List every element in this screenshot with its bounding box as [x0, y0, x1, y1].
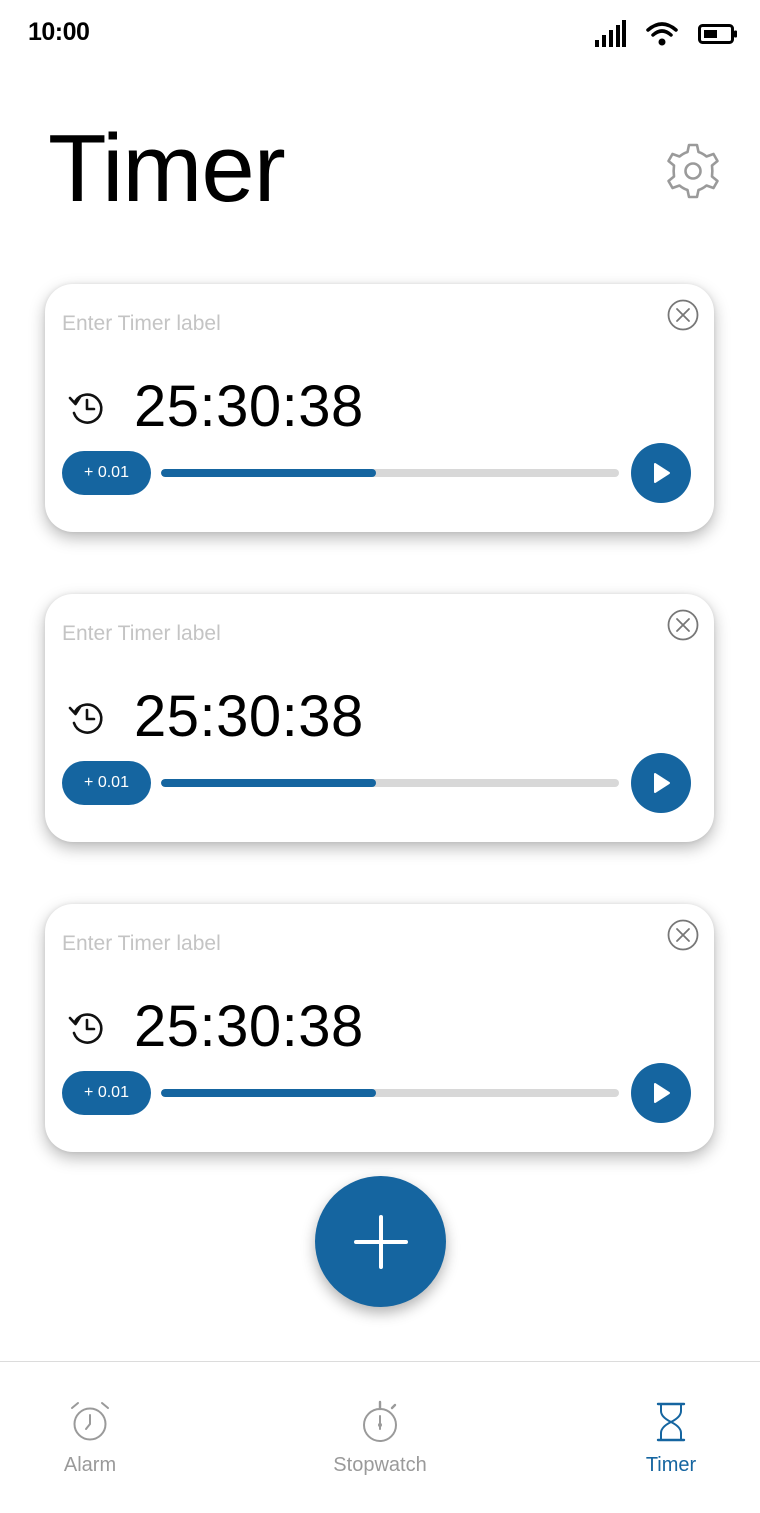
status-time: 10:00: [28, 18, 90, 46]
status-icons: [594, 20, 738, 48]
nav-item-alarm[interactable]: Alarm: [10, 1362, 170, 1502]
progress-fill: [161, 1089, 377, 1097]
add-timer-button[interactable]: [315, 1176, 446, 1307]
timer-label-input[interactable]: Enter Timer label: [62, 622, 221, 646]
alarm-clock-icon: [71, 1402, 109, 1441]
nav-label-alarm: Alarm: [63, 1454, 117, 1476]
add-time-button[interactable]: + 0.01: [62, 1071, 151, 1115]
timer-label-input[interactable]: Enter Timer label: [62, 932, 221, 956]
progress-bar: [161, 779, 619, 787]
timer-card: Enter Timer label 25:30:38 + 0.01: [45, 594, 714, 842]
battery-icon: [698, 24, 737, 44]
nav-label-timer: Timer: [645, 1454, 697, 1476]
page-title: Timer: [48, 115, 286, 222]
timer-card: Enter Timer label 25:30:38 + 0.01: [45, 284, 714, 532]
add-time-button[interactable]: + 0.01: [62, 761, 151, 805]
history-icon[interactable]: [67, 1008, 107, 1048]
timer-label-input[interactable]: Enter Timer label: [62, 312, 221, 336]
gear-icon: [667, 143, 719, 199]
play-icon: [654, 1083, 670, 1103]
nav-item-stopwatch[interactable]: Stopwatch: [300, 1362, 460, 1502]
signal-icon: [595, 20, 626, 47]
hourglass-icon: [656, 1402, 686, 1442]
play-button[interactable]: [631, 753, 691, 813]
progress-bar: [161, 469, 619, 477]
play-button[interactable]: [631, 1063, 691, 1123]
close-icon[interactable]: [667, 919, 699, 951]
nav-label-stopwatch: Stopwatch: [333, 1454, 427, 1476]
nav-item-timer[interactable]: Timer: [591, 1362, 751, 1502]
plus-icon: [353, 1214, 408, 1269]
play-icon: [654, 463, 670, 483]
timer-card: Enter Timer label 25:30:38 + 0.01: [45, 904, 714, 1152]
settings-button[interactable]: [664, 142, 722, 200]
timer-time: 25:30:38: [134, 994, 364, 1059]
history-icon[interactable]: [67, 698, 107, 738]
wifi-icon: [646, 22, 678, 46]
timer-time: 25:30:38: [134, 374, 364, 439]
add-time-button[interactable]: + 0.01: [62, 451, 151, 495]
progress-bar: [161, 1089, 619, 1097]
close-icon[interactable]: [667, 299, 699, 331]
timer-time: 25:30:38: [134, 684, 364, 749]
play-button[interactable]: [631, 443, 691, 503]
bottom-nav: Alarm Stopwatch Timer: [0, 1361, 760, 1513]
play-icon: [654, 773, 670, 793]
close-icon[interactable]: [667, 609, 699, 641]
status-bar: 10:00: [0, 0, 760, 66]
history-icon[interactable]: [67, 388, 107, 428]
stopwatch-icon: [363, 1400, 397, 1442]
progress-fill: [161, 469, 377, 477]
progress-fill: [161, 779, 377, 787]
